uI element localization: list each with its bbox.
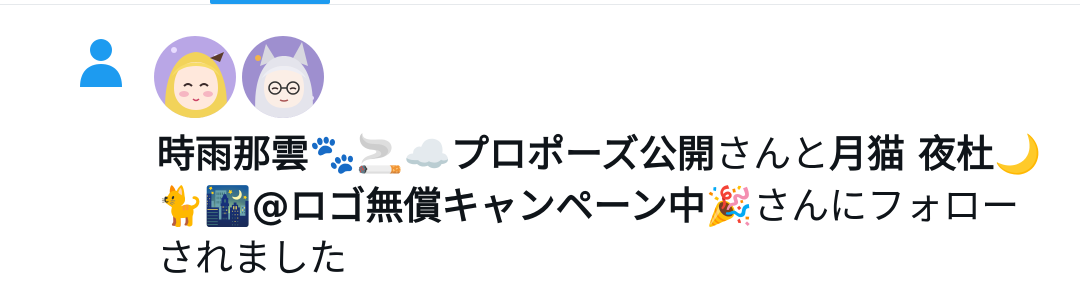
user-2-avatar[interactable] (242, 36, 324, 118)
connector-text: さんと (715, 132, 830, 176)
user-1-name-emojis: 🐾🚬☁️ (309, 132, 451, 176)
person-icon (78, 38, 124, 88)
user-1-avatar[interactable] (154, 36, 236, 118)
user-2-name-suffix: @ロゴ無償キャンペーン中 (251, 184, 706, 228)
notification-screen: 時雨那雲🐾🚬☁️プロポーズ公開さんと月猫 夜杜🌙🐈🌃@ロゴ無償キャンペーン中🎉さ… (0, 0, 1080, 296)
user-1-name: 時雨那雲 (157, 132, 310, 176)
divider (0, 4, 1080, 5)
user-1-name-suffix: プロポーズ公開 (450, 132, 716, 176)
silver-hair-catboy-avatar-icon (242, 36, 324, 118)
notification-text: 時雨那雲🐾🚬☁️プロポーズ公開さんと月猫 夜杜🌙🐈🌃@ロゴ無償キャンペーン中🎉さ… (157, 128, 1057, 284)
user-2-name: 月猫 夜杜 (829, 132, 995, 176)
blonde-anime-girl-avatar-icon (154, 36, 236, 118)
user-1-name-link[interactable]: 時雨那雲🐾🚬☁️プロポーズ公開 (157, 132, 715, 176)
user-2-name-emojis-2: 🎉 (705, 184, 754, 228)
